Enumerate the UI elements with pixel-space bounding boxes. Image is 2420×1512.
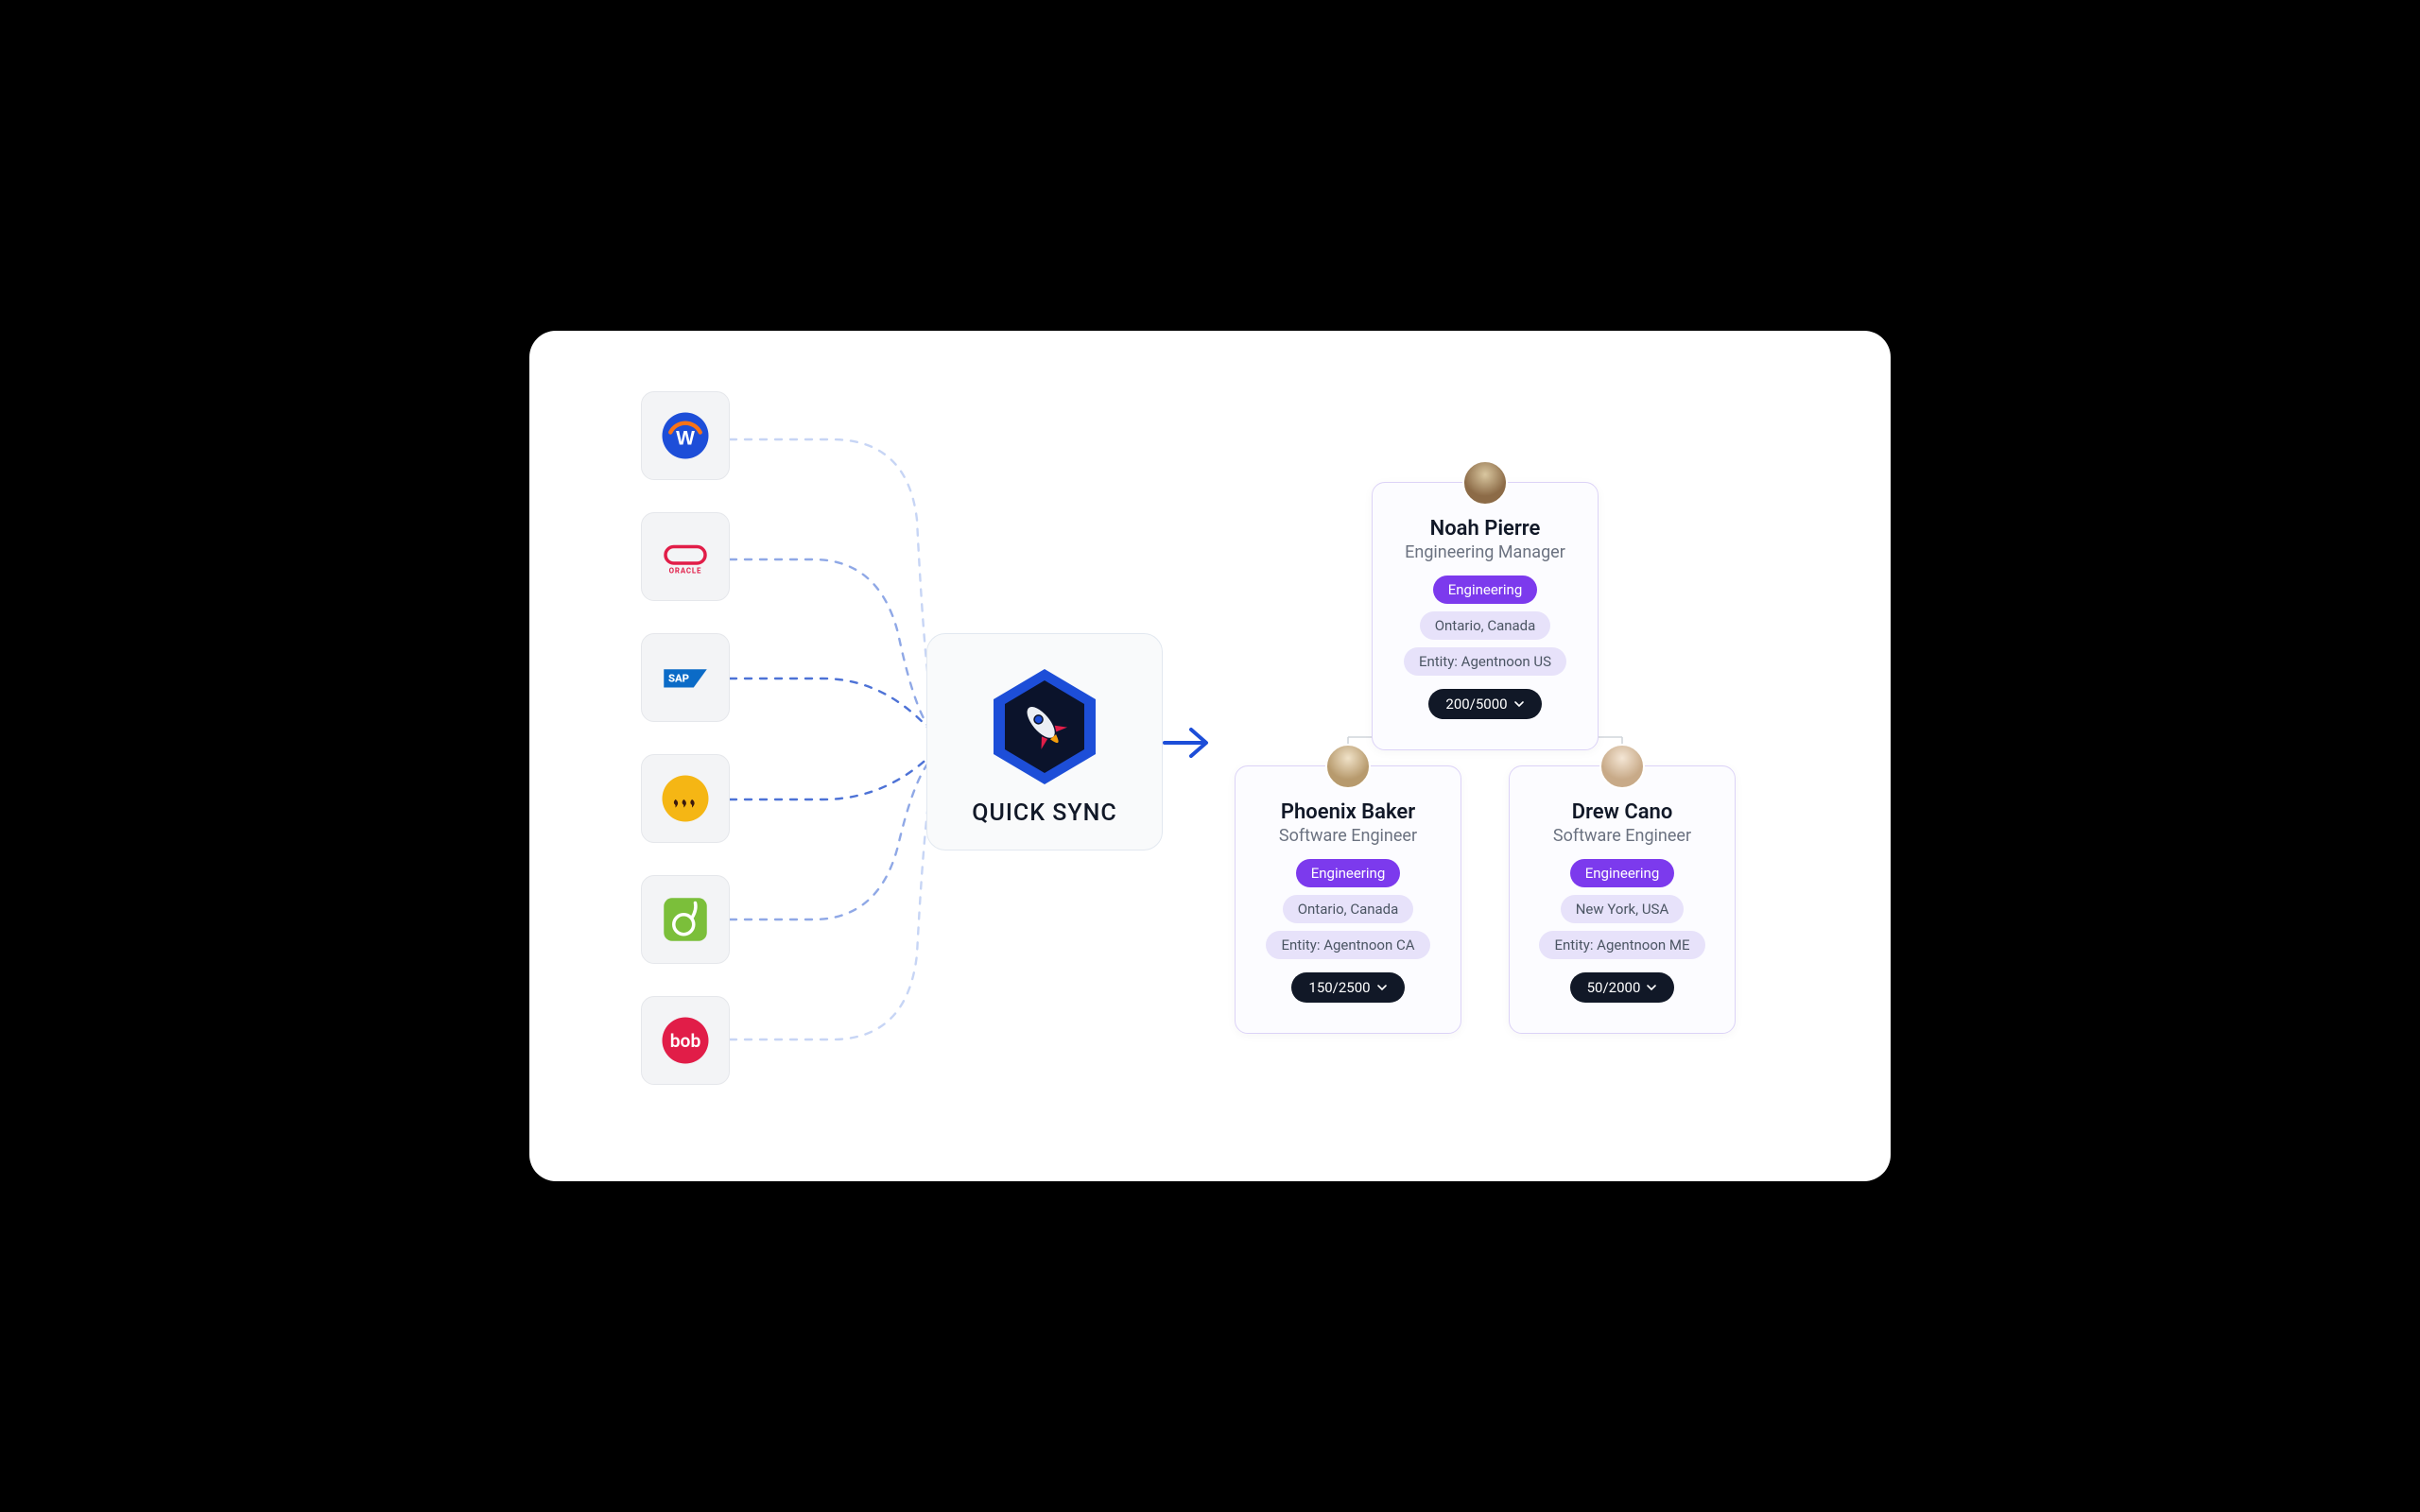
org-card-report-1: Drew Cano Software Engineer Engineering … [1509,765,1736,1034]
svg-text:bob: bob [670,1030,701,1052]
stats-pill[interactable]: 150/2500 [1291,972,1404,1003]
person-role: Software Engineer [1553,826,1691,846]
rippling-icon [659,772,712,825]
oracle-icon: ORACLE [659,530,712,583]
svg-text:W: W [676,428,695,450]
stats-value: 200/5000 [1445,696,1507,713]
integration-tile-sap: SAP [641,633,730,722]
stats-pill[interactable]: 200/5000 [1428,689,1541,719]
quick-sync-label: QUICK SYNC [972,799,1116,827]
integration-tile-bamboo [641,875,730,964]
avatar [1462,460,1508,506]
person-role: Software Engineer [1279,826,1417,846]
integration-tile-rippling [641,754,730,843]
location-pill: Ontario, Canada [1283,895,1414,923]
flow-arrow-icon [1161,720,1214,765]
avatar [1599,744,1645,789]
quick-sync-box: QUICK SYNC [926,633,1163,850]
location-pill: New York, USA [1561,895,1685,923]
integration-tile-bob: bob [641,996,730,1085]
stats-value: 150/2500 [1308,979,1370,996]
person-name: Noah Pierre [1430,517,1541,541]
chevron-down-icon [1376,982,1388,993]
stats-value: 50/2000 [1587,979,1641,996]
department-pill: Engineering [1296,859,1401,887]
sap-icon: SAP [659,651,712,704]
diagram-canvas: W ORACLE SAP [529,331,1891,1181]
svg-text:SAP: SAP [668,671,689,684]
stats-pill[interactable]: 50/2000 [1570,972,1675,1003]
integration-tile-workday: W [641,391,730,480]
bamboo-icon [659,893,712,946]
department-pill: Engineering [1570,859,1675,887]
chevron-down-icon [1513,698,1525,710]
entity-pill: Entity: Agentnoon US [1404,647,1566,676]
person-role: Engineering Manager [1405,542,1565,562]
person-name: Drew Cano [1572,800,1673,824]
org-card-manager: Noah Pierre Engineering Manager Engineer… [1372,482,1599,750]
org-card-report-0: Phoenix Baker Software Engineer Engineer… [1235,765,1461,1034]
department-pill: Engineering [1433,576,1538,604]
entity-pill: Entity: Agentnoon ME [1539,931,1704,959]
avatar [1325,744,1371,789]
quick-sync-hex-icon [988,665,1101,788]
chevron-down-icon [1646,982,1657,993]
bob-icon: bob [659,1014,712,1067]
person-name: Phoenix Baker [1281,800,1415,824]
location-pill: Ontario, Canada [1420,611,1551,640]
svg-text:ORACLE: ORACLE [669,567,702,576]
entity-pill: Entity: Agentnoon CA [1266,931,1429,959]
workday-icon: W [659,409,712,462]
integration-tile-oracle: ORACLE [641,512,730,601]
